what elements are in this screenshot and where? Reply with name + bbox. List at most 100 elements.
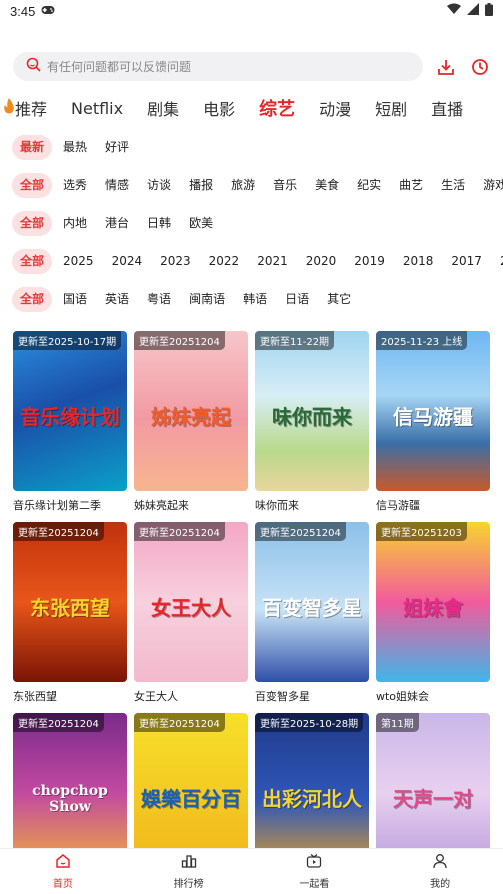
update-badge: 更新至20251204: [134, 713, 225, 732]
language-chip[interactable]: 粤语: [140, 287, 178, 312]
type-chip[interactable]: 旅游: [224, 173, 262, 198]
search-icon: [26, 57, 41, 76]
poster-title-art: 信马游疆: [393, 405, 473, 429]
poster-image[interactable]: 女王大人 更新至20251204: [134, 522, 248, 682]
tab-variety[interactable]: 综艺: [247, 95, 307, 121]
home-icon: [55, 853, 71, 872]
type-chip[interactable]: 曲艺: [392, 173, 430, 198]
year-chip[interactable]: 2021: [250, 249, 295, 274]
ranking-icon: [181, 853, 197, 872]
poster-image[interactable]: 姐妹會 更新至20251203: [376, 522, 490, 682]
content-card[interactable]: 信马游疆 2025-11-23 上线 信马游疆: [376, 331, 490, 513]
year-chip[interactable]: 2019: [347, 249, 392, 274]
bottom-nav: 首页 排行榜 一起看 我的: [0, 848, 503, 894]
region-chip[interactable]: 日韩: [140, 211, 178, 236]
nav-label: 我的: [430, 879, 451, 890]
wifi-icon: [447, 3, 461, 19]
tab-series[interactable]: 剧集: [135, 96, 191, 120]
content-card[interactable]: 女王大人 更新至20251204 女王大人: [134, 522, 248, 704]
language-chip[interactable]: 日语: [278, 287, 316, 312]
poster-title-art: 音乐缘计划: [20, 405, 120, 429]
year-chip[interactable]: 2025: [56, 249, 101, 274]
update-badge: 更新至20251204: [13, 713, 104, 732]
poster-title-art: 东张西望: [30, 596, 110, 620]
type-chip[interactable]: 播报: [182, 173, 220, 198]
poster-title-art: 姊妹亮起: [151, 405, 231, 429]
type-chip[interactable]: 选秀: [56, 173, 94, 198]
card-title: 信马游疆: [376, 499, 420, 512]
language-chip[interactable]: 韩语: [236, 287, 274, 312]
tab-short-drama[interactable]: 短剧: [363, 96, 419, 120]
filter-row-sort: 最新 最热 好评: [12, 134, 503, 160]
poster-image[interactable]: 百变智多星 更新至20251204: [255, 522, 369, 682]
type-chip[interactable]: 纪实: [350, 173, 388, 198]
sort-chip[interactable]: 好评: [98, 135, 136, 160]
content-card[interactable]: 味你而来 更新至11-22期 味你而来: [255, 331, 369, 513]
content-card[interactable]: 东张西望 更新至20251204 东张西望: [13, 522, 127, 704]
year-chip[interactable]: 2023: [153, 249, 198, 274]
language-chip[interactable]: 国语: [56, 287, 94, 312]
update-badge: 更新至20251203: [376, 522, 467, 541]
language-chip[interactable]: 英语: [98, 287, 136, 312]
poster-image[interactable]: 信马游疆 2025-11-23 上线: [376, 331, 490, 491]
poster-image[interactable]: 东张西望 更新至20251204: [13, 522, 127, 682]
poster-image[interactable]: 姊妹亮起 更新至20251204: [134, 331, 248, 491]
poster-title-art: 女王大人: [151, 596, 231, 620]
content-card[interactable]: 音乐缘计划 更新至2025-10-17期 音乐缘计划第二季: [13, 331, 127, 513]
region-chip[interactable]: 港台: [98, 211, 136, 236]
type-chip[interactable]: 音乐: [266, 173, 304, 198]
nav-label: 排行榜: [173, 879, 204, 890]
history-icon[interactable]: [468, 55, 492, 79]
poster-image[interactable]: 味你而来 更新至11-22期: [255, 331, 369, 491]
poster-title-art: 出彩河北人: [262, 787, 362, 811]
type-chip[interactable]: 全部: [12, 172, 53, 198]
region-chip[interactable]: 内地: [56, 211, 94, 236]
filter-row-language: 全部 国语 英语 粤语 闽南语 韩语 日语 其它: [12, 286, 503, 312]
language-chip[interactable]: 全部: [12, 286, 53, 312]
sort-chip[interactable]: 最热: [56, 135, 94, 160]
nav-profile[interactable]: 我的: [377, 849, 503, 894]
year-chip[interactable]: 2024: [105, 249, 150, 274]
update-badge: 更新至20251204: [13, 522, 104, 541]
type-chip[interactable]: 情感: [98, 173, 136, 198]
region-chip[interactable]: 欧美: [182, 211, 220, 236]
nav-ranking[interactable]: 排行榜: [126, 849, 252, 894]
nav-watch-together[interactable]: 一起看: [252, 849, 378, 894]
year-chip[interactable]: 2016: [493, 249, 503, 274]
type-chip[interactable]: 访谈: [140, 173, 178, 198]
type-chip[interactable]: 生活: [434, 173, 472, 198]
tab-netflix[interactable]: Netflix: [59, 99, 135, 118]
year-chip[interactable]: 2018: [396, 249, 441, 274]
poster-title-art: 味你而来: [272, 405, 352, 429]
download-icon[interactable]: [434, 55, 458, 79]
filter-row-type: 全部选秀情感访谈播报旅游音乐美食纪实曲艺生活游戏互动财: [12, 172, 503, 198]
update-badge: 第11期: [376, 713, 419, 732]
type-chip[interactable]: 游戏互动: [476, 173, 503, 198]
search-row: [0, 52, 503, 82]
poster-title-art: 天声一对: [393, 787, 473, 811]
language-chip[interactable]: 闽南语: [182, 287, 232, 312]
content-card[interactable]: 姐妹會 更新至20251203 wto姐妹会: [376, 522, 490, 704]
year-chip[interactable]: 2017: [444, 249, 489, 274]
content-card[interactable]: 姊妹亮起 更新至20251204 姊妹亮起来: [134, 331, 248, 513]
update-badge: 更新至20251204: [134, 522, 225, 541]
card-title: 味你而来: [255, 499, 299, 512]
year-chip[interactable]: 2022: [202, 249, 247, 274]
language-chip[interactable]: 其它: [320, 287, 358, 312]
status-time: 3:45: [10, 3, 36, 19]
nav-home[interactable]: 首页: [0, 849, 126, 894]
tab-movie[interactable]: 电影: [191, 96, 247, 120]
signal-icon: [467, 3, 479, 19]
search-input[interactable]: [47, 59, 387, 74]
tab-live[interactable]: 直播: [419, 96, 475, 120]
tab-recommend[interactable]: 推荐: [0, 96, 59, 120]
content-card[interactable]: 百变智多星 更新至20251204 百变智多星: [255, 522, 369, 704]
poster-image[interactable]: 音乐缘计划 更新至2025-10-17期: [13, 331, 127, 491]
search-bar[interactable]: [13, 52, 423, 81]
region-chip[interactable]: 全部: [12, 210, 53, 236]
type-chip[interactable]: 美食: [308, 173, 346, 198]
year-chip[interactable]: 全部: [12, 248, 53, 274]
tab-anime[interactable]: 动漫: [307, 96, 363, 120]
year-chip[interactable]: 2020: [299, 249, 344, 274]
sort-chip[interactable]: 最新: [12, 134, 53, 160]
